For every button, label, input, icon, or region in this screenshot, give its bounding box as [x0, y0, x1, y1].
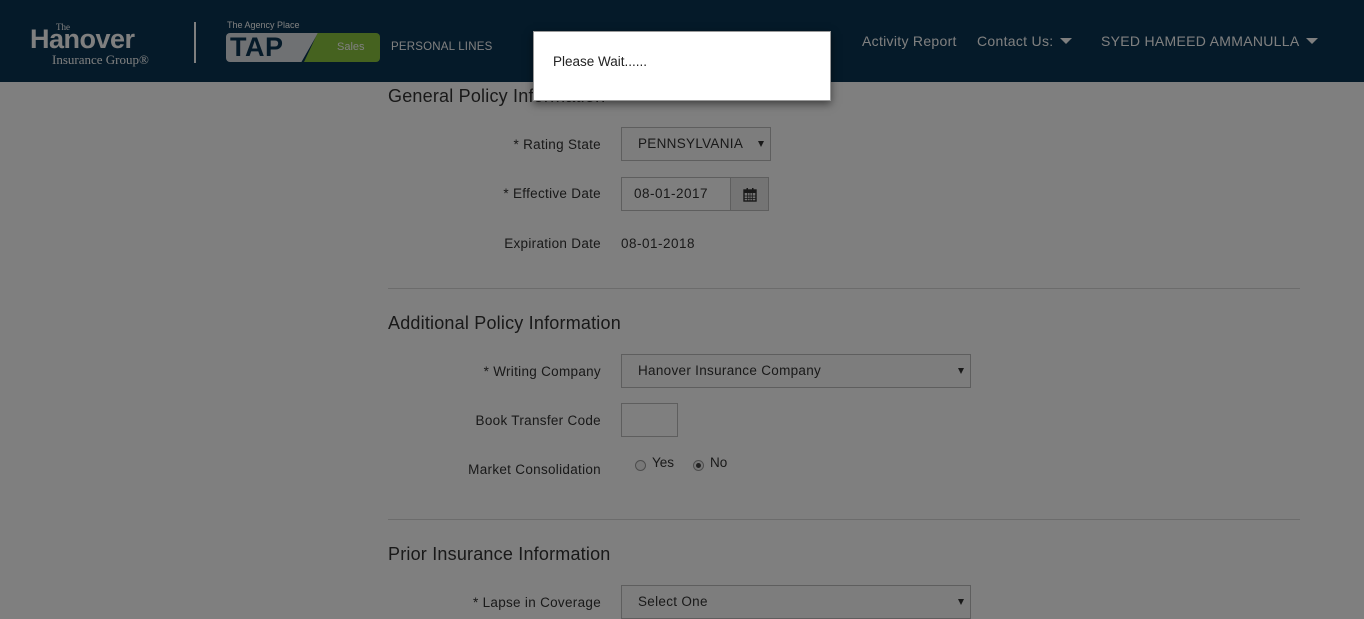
please-wait-dialog: Please Wait......: [533, 31, 831, 101]
please-wait-message: Please Wait......: [553, 54, 648, 69]
